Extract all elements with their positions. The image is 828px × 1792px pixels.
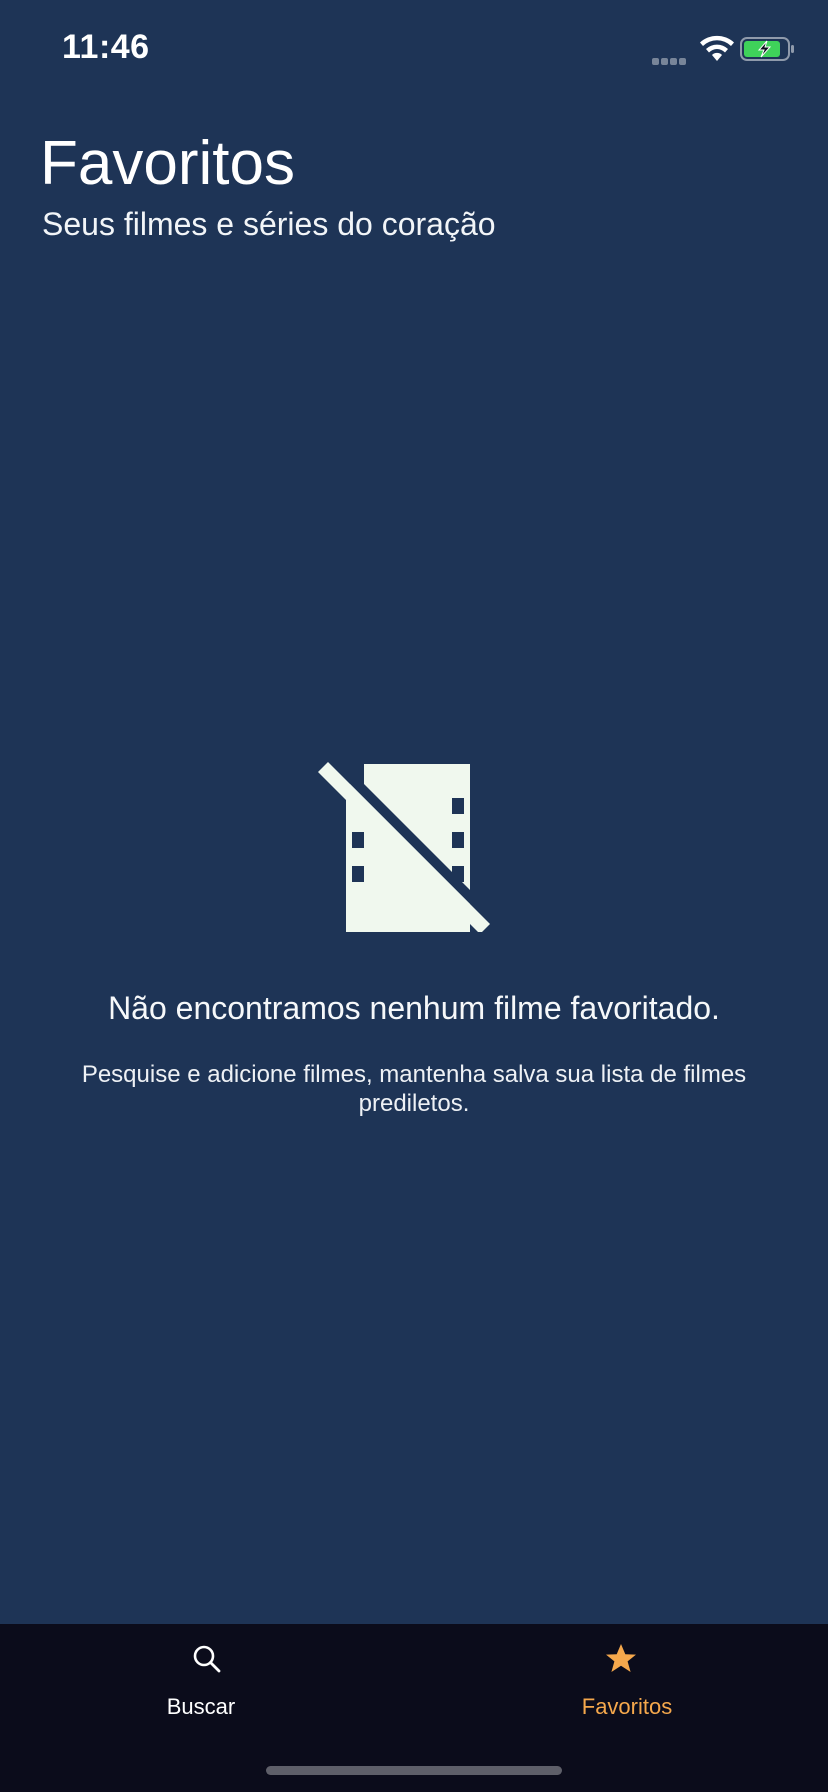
status-time: 11:46 [62, 28, 150, 66]
star-icon [606, 1644, 636, 1672]
movie-off-icon [318, 760, 490, 932]
page-subtitle: Seus filmes e séries do coração [42, 206, 496, 242]
status-bar: 11:46 [0, 0, 828, 100]
home-indicator[interactable] [266, 1766, 562, 1775]
cellular-signal-icon [652, 52, 692, 65]
tab-search-label: Buscar [166, 1694, 236, 1719]
page-title: Favoritos [40, 129, 295, 198]
wifi-icon [700, 35, 734, 61]
empty-state-description: Pesquise e adicione filmes, mantenha sal… [81, 1061, 747, 1117]
tab-search[interactable]: Buscar [0, 1624, 414, 1734]
empty-state-title: Não encontramos nenhum filme favoritado. [108, 990, 720, 1026]
battery-charging-icon [740, 37, 794, 61]
tab-bar: Buscar Favoritos [0, 1624, 828, 1792]
tab-favorites[interactable]: Favoritos [414, 1624, 828, 1734]
tab-favorites-label: Favoritos [581, 1694, 673, 1719]
search-icon [193, 1645, 221, 1673]
